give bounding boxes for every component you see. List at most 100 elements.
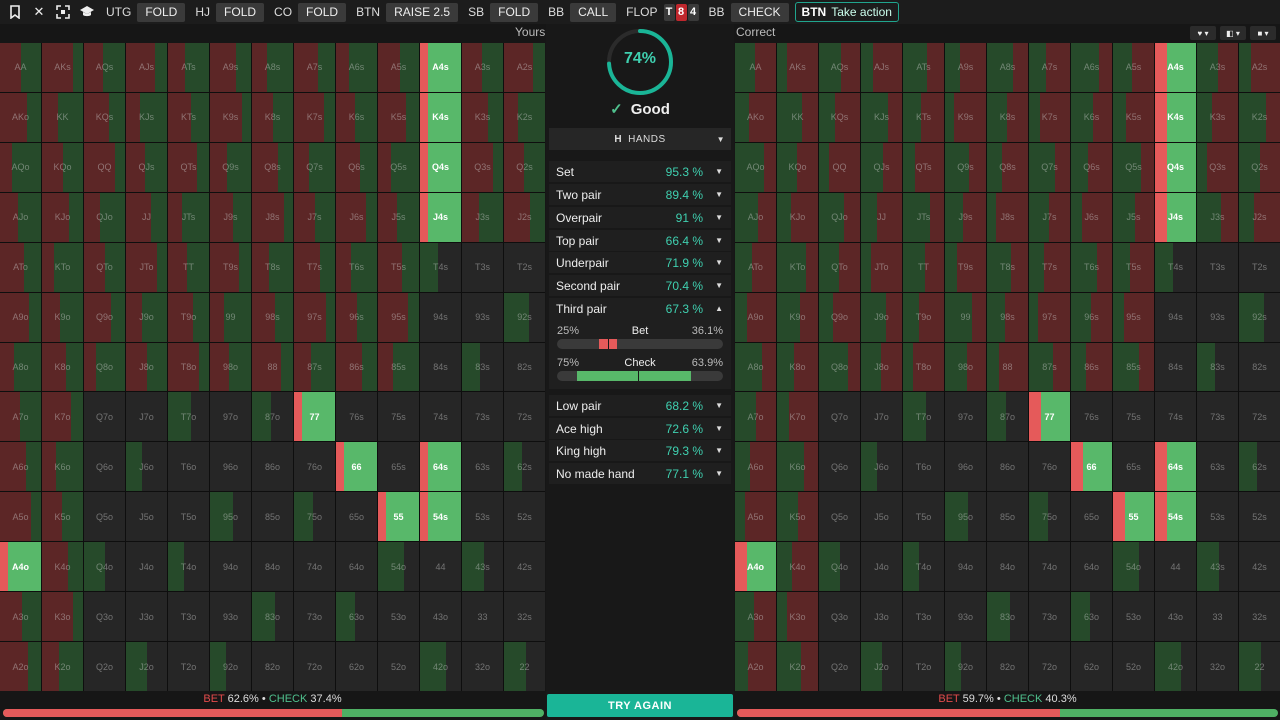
hand-cell[interactable]: 54s [420,492,461,542]
hand-cell[interactable]: 87o [987,392,1028,442]
hand-cell[interactable]: JTo [861,242,902,292]
hand-cell[interactable]: 94o [945,542,986,592]
hand-cell[interactable]: A2s [504,43,545,92]
hand-cell[interactable]: T3s [462,242,503,292]
hand-cell[interactable]: KQo [42,142,83,192]
hand-cell[interactable]: T8o [168,342,209,392]
hand-cell[interactable]: 32s [1239,592,1280,642]
hand-cell[interactable]: 44 [420,542,461,592]
hand-cell[interactable]: 52s [504,492,545,542]
hand-cell[interactable]: J9o [861,292,902,342]
hand-cell[interactable]: 54o [1113,542,1154,592]
category-row[interactable]: Two pair 89.4 % ▼ [549,184,731,205]
hand-cell[interactable]: J8s [987,192,1028,242]
hand-cell[interactable]: J3o [861,592,902,642]
hand-cell[interactable]: J4s [1155,192,1196,242]
hand-cell[interactable]: 53s [462,492,503,542]
hand-cell[interactable]: 32s [504,592,545,642]
hand-cell[interactable]: Q5s [1113,142,1154,192]
hand-cell[interactable]: 87s [294,342,335,392]
hand-cell[interactable]: 75s [378,392,419,442]
hand-cell[interactable]: KJo [777,192,818,242]
hand-cell[interactable]: 85o [987,492,1028,542]
hand-cell[interactable]: 93o [945,592,986,642]
hand-cell[interactable]: K5o [42,492,83,542]
hand-cell[interactable]: Q9s [210,142,251,192]
hand-cell[interactable]: T6o [903,442,944,492]
hand-cell[interactable]: AA [735,43,776,92]
hand-cell[interactable]: 63o [1071,592,1112,642]
hand-cell[interactable]: ATs [168,43,209,92]
hand-cell[interactable]: K9s [945,92,986,142]
hand-cell[interactable]: T3o [168,592,209,642]
hand-cell[interactable]: K9o [777,292,818,342]
hand-cell[interactable]: T7s [294,242,335,292]
hand-cell[interactable]: 76o [294,442,335,492]
hand-cell[interactable]: KTs [168,92,209,142]
graduation-cap-icon[interactable] [78,3,96,21]
hand-cell[interactable]: J6o [861,442,902,492]
chevron-down-icon[interactable]: ▼ [715,236,723,245]
hand-cell[interactable]: K4o [42,542,83,592]
category-row[interactable]: Second pair 70.4 % ▼ [549,275,731,296]
hand-cell[interactable]: K3s [462,92,503,142]
hand-cell[interactable]: 52o [378,642,419,691]
hand-cell[interactable]: J4s [420,192,461,242]
hand-cell[interactable]: 99 [210,292,251,342]
hand-cell[interactable]: T4s [1155,242,1196,292]
hand-cell[interactable]: AQs [819,43,860,92]
hand-cell[interactable]: T7o [903,392,944,442]
hand-cell[interactable]: KK [777,92,818,142]
hand-cell[interactable]: JJ [126,192,167,242]
hand-cell[interactable]: 73o [294,592,335,642]
hand-cell[interactable]: 42o [420,642,461,691]
hand-cell[interactable]: A3o [735,592,776,642]
hand-cell[interactable]: 83o [987,592,1028,642]
hand-cell[interactable]: J5s [378,192,419,242]
hand-cell[interactable]: QJo [84,192,125,242]
hand-cell[interactable]: 73o [1029,592,1070,642]
hand-cell[interactable]: Q9o [819,292,860,342]
hand-cell[interactable]: 55 [378,492,419,542]
hand-cell[interactable]: 84o [252,542,293,592]
hand-cell[interactable]: A5s [378,43,419,92]
hand-cell[interactable]: A8s [987,43,1028,92]
hand-cell[interactable]: K8o [777,342,818,392]
hand-cell[interactable]: Q9o [84,292,125,342]
hand-cell[interactable]: 96o [945,442,986,492]
hand-cell[interactable]: KTo [777,242,818,292]
hand-cell[interactable]: K4s [420,92,461,142]
hand-cell[interactable]: T7o [168,392,209,442]
hand-cell[interactable]: K2o [42,642,83,691]
hand-cell[interactable]: 75s [1113,392,1154,442]
action-co[interactable]: FOLD [298,2,347,22]
hand-cell[interactable]: KTo [42,242,83,292]
hand-cell[interactable]: K7s [294,92,335,142]
hand-cell[interactable]: 33 [462,592,503,642]
hand-cell[interactable]: 44 [1155,542,1196,592]
hand-cell[interactable]: 98o [945,342,986,392]
hand-cell[interactable]: J2o [861,642,902,691]
hand-cell[interactable]: 62s [1239,442,1280,492]
hand-cell[interactable]: K5s [1113,92,1154,142]
category-row[interactable]: Low pair 68.2 % ▼ [549,395,731,416]
hand-cell[interactable]: Q6o [84,442,125,492]
hand-cell[interactable]: 83s [462,342,503,392]
hand-cell[interactable]: 42s [504,542,545,592]
hand-cell[interactable]: J8o [861,342,902,392]
hand-cell[interactable]: 52o [1113,642,1154,691]
action-utg[interactable]: FOLD [137,2,186,22]
category-row[interactable]: Ace high 72.6 % ▼ [549,418,731,439]
hand-cell[interactable]: 22 [504,642,545,691]
action-bb[interactable]: CALL [570,2,617,22]
hand-cell[interactable]: 77 [294,392,335,442]
action-hj[interactable]: FOLD [216,2,265,22]
hand-cell[interactable]: A5o [735,492,776,542]
hand-cell[interactable]: AJs [861,43,902,92]
hand-cell[interactable]: AKs [777,43,818,92]
hand-cell[interactable]: J5o [861,492,902,542]
hand-cell[interactable]: 85s [378,342,419,392]
hand-cell[interactable]: A6s [1071,43,1112,92]
hand-cell[interactable]: Q4o [84,542,125,592]
bookmark-icon[interactable] [6,3,24,21]
